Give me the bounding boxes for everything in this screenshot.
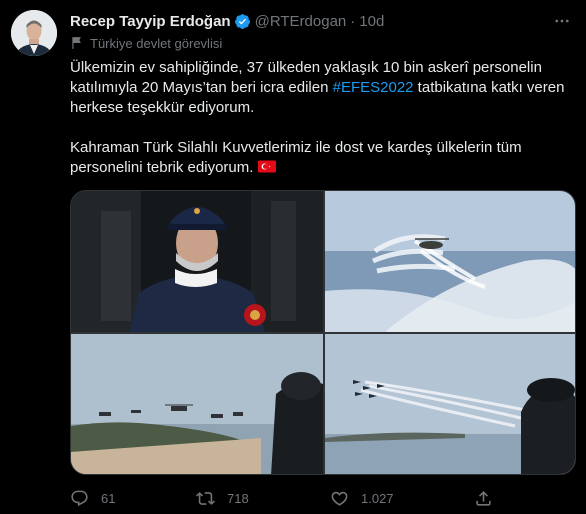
reply-count: 61 (101, 490, 116, 506)
verified-badge-icon (234, 13, 250, 29)
author-name[interactable]: Recep Tayyip Erdoğan (70, 13, 231, 30)
tweet-text: Ülkemizin ev sahipliğinde, 37 ülkeden ya… (70, 58, 576, 178)
account-label[interactable]: Türkiye devlet görevlisi (70, 34, 222, 52)
hashtag-link[interactable]: #EFES2022 (333, 79, 414, 96)
flag-icon (72, 37, 81, 49)
turkey-flag-icon (258, 160, 277, 173)
man-in-military-cap-photo[interactable] (71, 191, 323, 332)
avatar[interactable] (11, 10, 57, 56)
like-button[interactable]: 1.027 (330, 489, 394, 508)
share-button[interactable] (474, 489, 493, 508)
header-separator: · (350, 12, 356, 30)
tweet-paragraph-2: Kahraman Türk Silahlı Kuvvetlerimiz ile … (70, 138, 576, 178)
tweet-timestamp[interactable]: 10d (359, 13, 384, 30)
like-count: 1.027 (361, 490, 394, 506)
retweet-count: 718 (227, 490, 249, 506)
helicopter-flares-photo[interactable] (325, 191, 575, 332)
author-handle[interactable]: @RTErdogan (255, 13, 347, 30)
heart-icon (331, 491, 348, 506)
tweet-text-part-3: Kahraman Türk Silahlı Kuvvetlerimiz ile … (70, 139, 522, 176)
action-bar: 61 718 1.027 (70, 484, 510, 512)
media-grid (70, 190, 576, 475)
reply-icon (71, 490, 88, 506)
more-icon[interactable] (552, 11, 572, 31)
tweet[interactable]: Recep Tayyip Erdoğan @RTErdogan · 10d Tü… (0, 0, 586, 514)
tweet-paragraph-1: Ülkemizin ev sahipliğinde, 37 ülkeden ya… (70, 58, 576, 118)
helicopters-over-coast-photo[interactable] (71, 334, 323, 474)
reply-button[interactable]: 61 (70, 489, 115, 508)
jet-formation-photo[interactable] (325, 334, 575, 474)
retweet-icon (196, 491, 215, 505)
share-icon (476, 490, 491, 506)
retweet-button[interactable]: 718 (196, 489, 249, 508)
account-label-text: Türkiye devlet görevlisi (90, 35, 223, 51)
